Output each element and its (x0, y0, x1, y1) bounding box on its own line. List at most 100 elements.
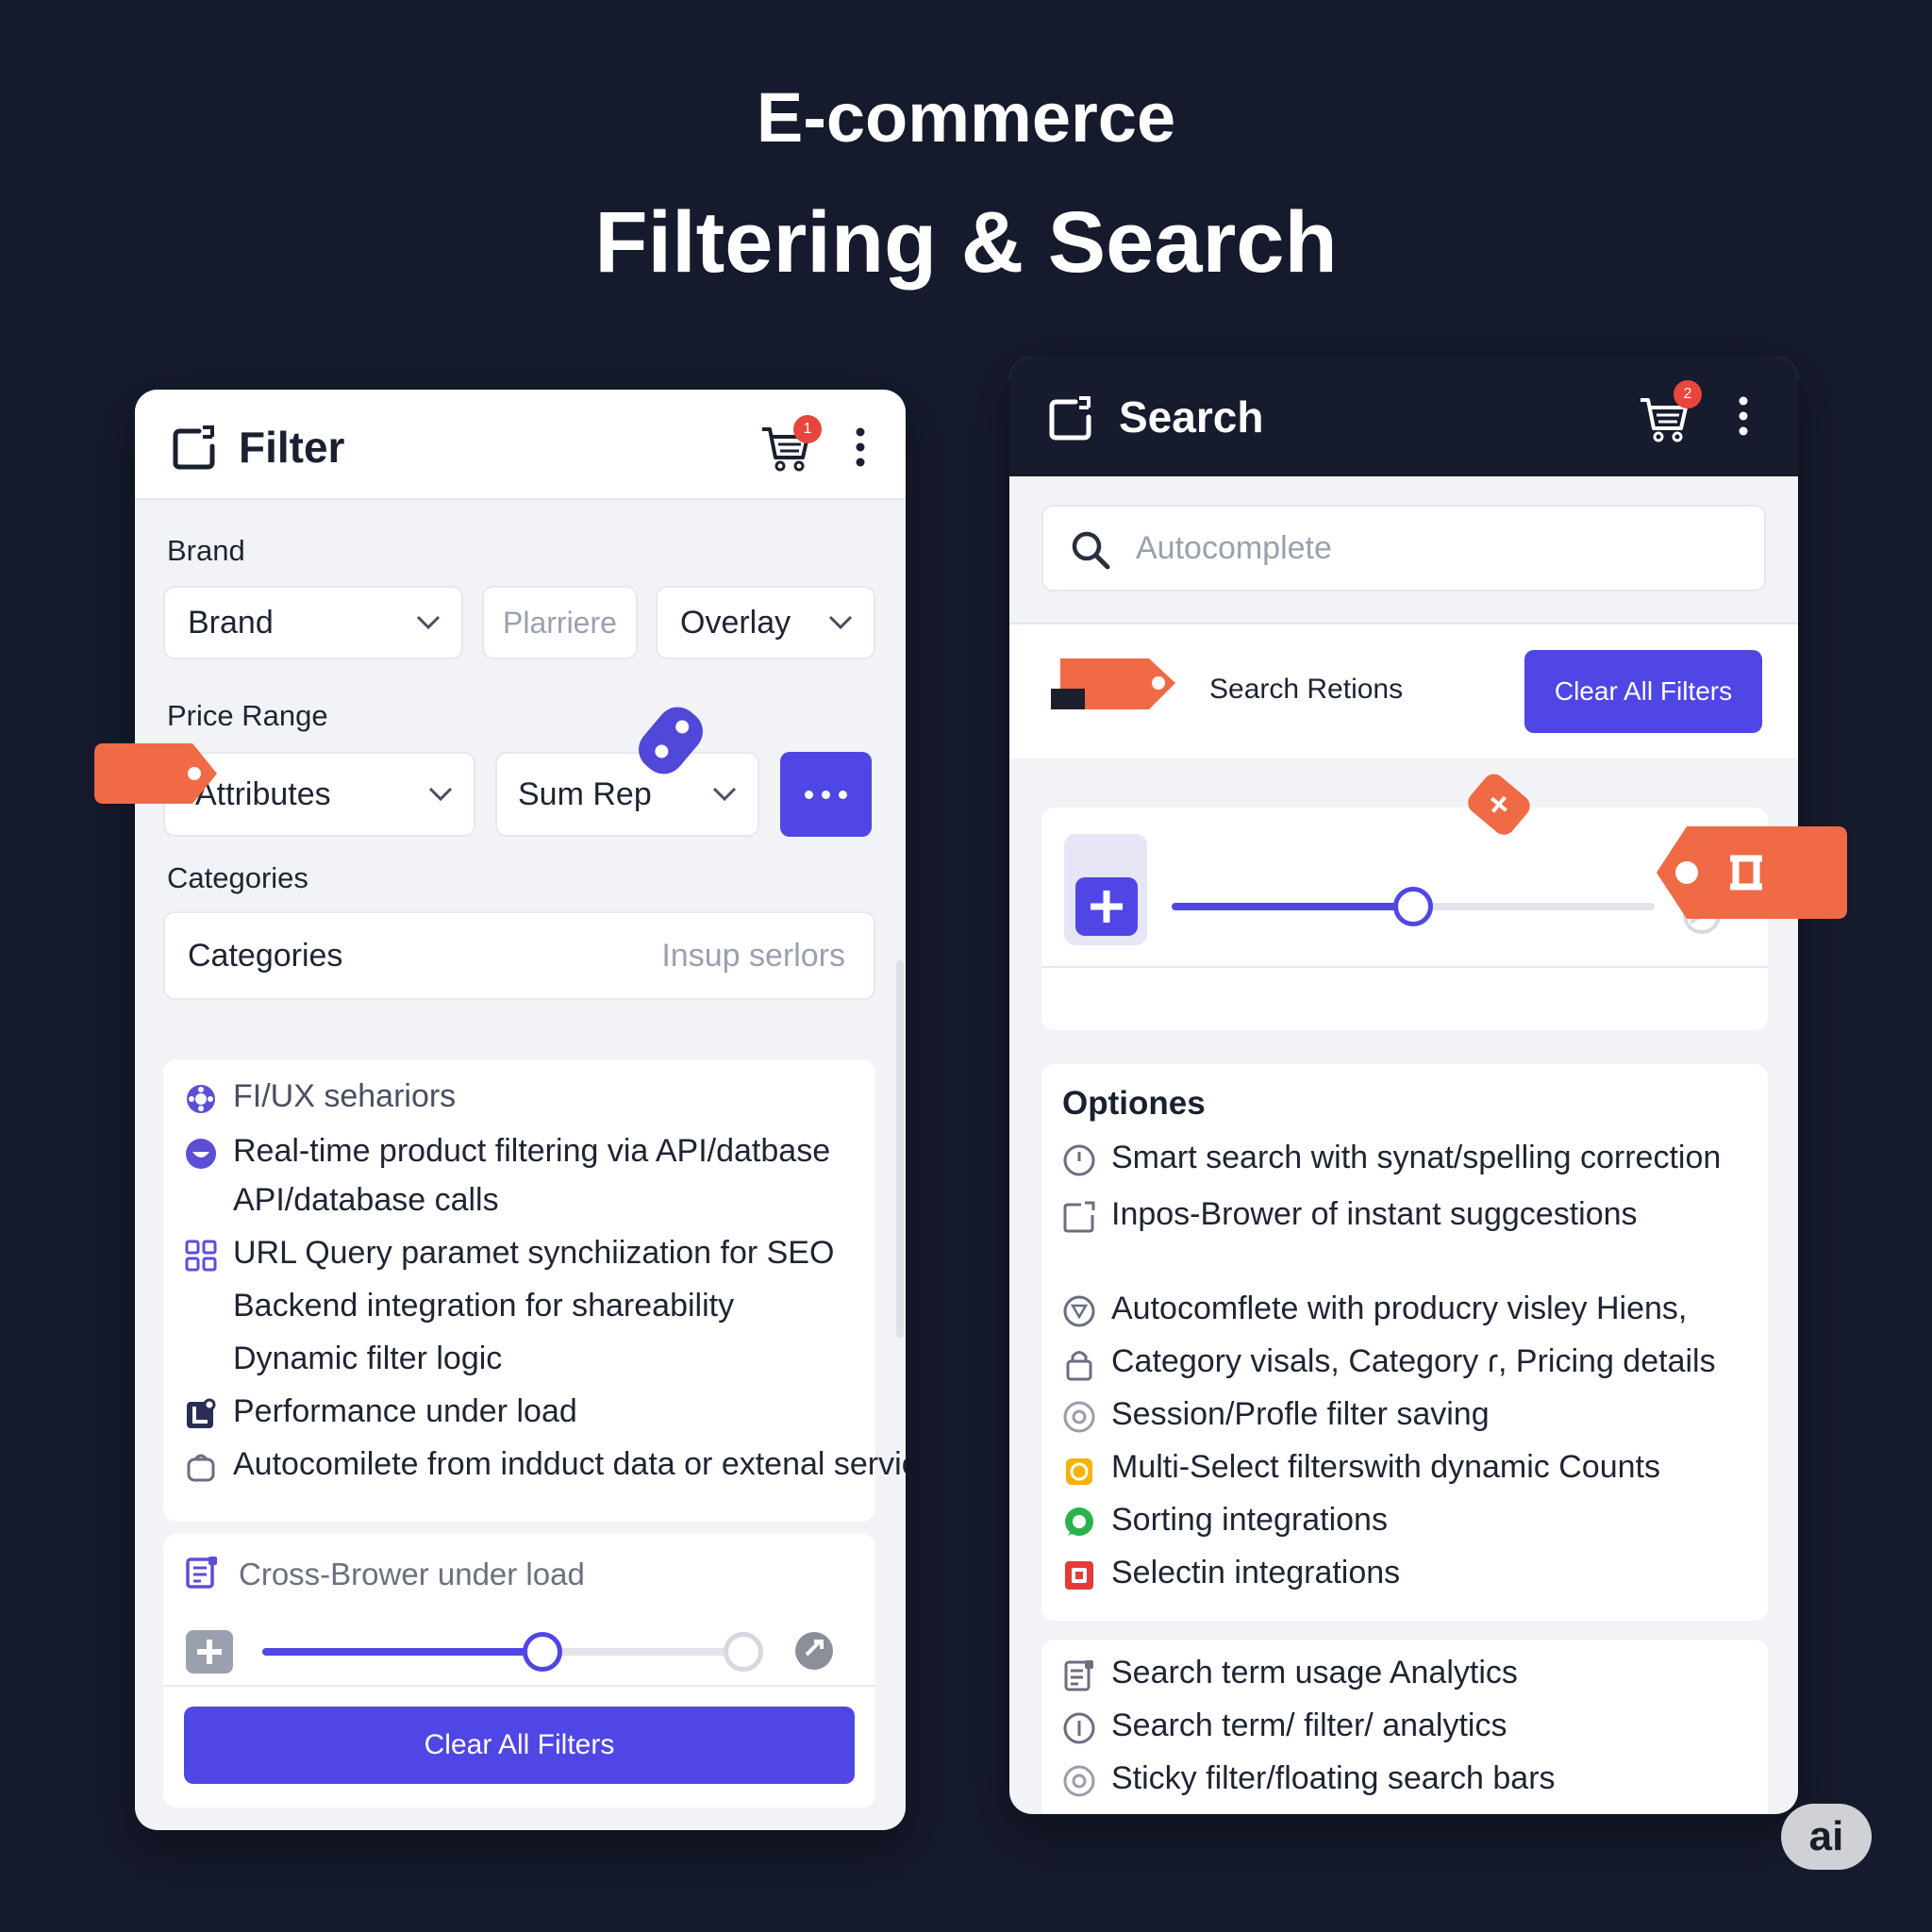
more-vertical-icon[interactable] (856, 427, 865, 467)
option-text: Inpos-Brower of instant suggcestions (1111, 1196, 1638, 1232)
add-icon[interactable] (1075, 877, 1138, 936)
smile-icon (186, 1139, 216, 1169)
filter-panel-header: Filter 1 (135, 390, 906, 500)
more-options-button[interactable] (780, 752, 872, 837)
price-tag-icon (94, 743, 217, 804)
window-icon (1049, 396, 1091, 441)
sum-rep-select[interactable]: Sum Rep (495, 752, 759, 837)
slider-fill (262, 1648, 542, 1656)
brand-label: Brand (167, 534, 245, 567)
feature-text: Dynamic filter logic (233, 1341, 503, 1376)
window-icon (173, 425, 215, 470)
tag-icon (639, 707, 703, 774)
feature-text: API/database calls (233, 1182, 499, 1218)
analytics-card: Search term usage Analytics Search term/… (1041, 1640, 1768, 1814)
info-icon (1063, 1712, 1095, 1744)
headline-ecommerce: E-commerce (756, 78, 1176, 157)
price-range-label: Price Range (167, 699, 328, 732)
ai-badge: ai (1781, 1804, 1872, 1870)
add-icon[interactable] (186, 1630, 233, 1674)
option-text: Category visals, Category ɾ, Pricing det… (1111, 1343, 1716, 1379)
option-text: Smart search with synat/spelling correct… (1111, 1140, 1722, 1175)
brand-input-placeholder: Plarriere (503, 605, 617, 640)
cross-browser-title: Cross-Brower under load (239, 1557, 585, 1591)
search-panel-header: Search 2 (1009, 357, 1798, 476)
option-text: Selectin integrations (1111, 1555, 1401, 1591)
calendar-icon (1065, 1561, 1093, 1590)
dot (822, 790, 830, 799)
feature-text: Performance under load (233, 1393, 577, 1429)
price-tag-icon (1657, 826, 1847, 919)
feature-text: Real-time product filtering via API/datb… (233, 1133, 831, 1169)
feature-text: Autocomilete from indduct data or extena… (233, 1446, 906, 1482)
feature-text: Backend integration for shareability (233, 1288, 735, 1324)
options-title: Optiones (1062, 1085, 1206, 1122)
chart-icon (187, 1398, 216, 1428)
more-vertical-icon[interactable] (1739, 396, 1748, 436)
search-retions-label: Search Retions (1209, 674, 1404, 705)
brand-select-value: Brand (188, 604, 274, 641)
chevron-down-icon (428, 787, 453, 802)
chevron-down-icon (828, 615, 853, 630)
divider (163, 1685, 875, 1687)
analytics-text: Search term usage Analytics (1111, 1655, 1518, 1690)
brand-input[interactable]: Plarriere (482, 586, 638, 659)
feature-text: FI/UX sehariors (233, 1078, 457, 1114)
slider-knob[interactable] (1393, 887, 1433, 926)
chevron-down-icon (416, 615, 441, 630)
headline-filtering-search: Filtering & Search (594, 194, 1338, 291)
overlay-select-value: Overlay (680, 604, 791, 641)
slider-end-knob[interactable] (724, 1632, 763, 1672)
brand-select[interactable]: Brand (163, 586, 463, 659)
flower-icon (187, 1085, 215, 1113)
sum-rep-select-value: Sum Rep (518, 775, 652, 812)
cart-count-badge: 2 (1674, 380, 1702, 408)
overlay-select[interactable]: Overlay (656, 586, 875, 659)
search-icon (1072, 531, 1110, 570)
settings-icon (1063, 1401, 1095, 1433)
option-text: Sorting integrations (1111, 1502, 1388, 1538)
scrollbar[interactable] (896, 960, 904, 1338)
settings-icon (1063, 1765, 1095, 1797)
divider (1041, 966, 1768, 968)
grid-icon (185, 1240, 217, 1272)
option-text: Autocomflete with producry visley Hiens, (1111, 1291, 1688, 1326)
add-button-wrap (1064, 834, 1147, 945)
lock-icon (1066, 1351, 1092, 1381)
report-icon (1064, 1660, 1093, 1691)
filter-title: Filter (239, 423, 345, 472)
feature-text: URL Query paramet synchiization for SEO (233, 1235, 835, 1271)
search-placeholder: Autocomplete (1136, 529, 1332, 566)
swap-icon[interactable] (793, 1630, 835, 1672)
document-icon (186, 1557, 217, 1589)
price-tag-icon (1468, 774, 1530, 835)
cart-count-badge: 1 (793, 415, 822, 443)
features-card: FI/UX sehariors Real-time product filter… (163, 1059, 906, 1522)
chevron-down-icon (712, 787, 737, 802)
categories-field[interactable]: Categories Insup serlors (163, 911, 875, 1000)
search-title: Search (1119, 392, 1264, 441)
compass-icon (1063, 1295, 1095, 1327)
categories-label: Categories (167, 861, 308, 894)
window-icon (1063, 1201, 1095, 1233)
alarm-icon (1066, 1458, 1092, 1485)
dot (805, 790, 813, 799)
filter-panel: Filter 1 Brand Brand Plarriere Overlay P… (135, 390, 906, 1830)
search-panel: Search 2 Autocomplete Search Retions Cle… (1009, 357, 1798, 1814)
categories-field-value: Categories (188, 937, 343, 974)
clear-all-filters-button[interactable]: Clear All Filters (184, 1707, 855, 1784)
analytics-text: Search term/ filter/ analytics (1111, 1707, 1507, 1743)
clear-all-filters-button[interactable]: Clear All Filters (1524, 650, 1762, 733)
search-input[interactable]: Autocomplete (1041, 505, 1766, 591)
slider-knob[interactable] (523, 1632, 562, 1672)
analytics-text: Sticky filter/floating search bars (1111, 1760, 1556, 1796)
cross-browser-card: Cross-Brower under load Clear All Filter… (163, 1534, 875, 1807)
clock-icon (1063, 1144, 1095, 1176)
option-text: Session/Profle filter saving (1111, 1396, 1490, 1432)
categories-placeholder: Insup serlors (661, 937, 845, 974)
price-tag-icon (1051, 658, 1175, 709)
slider-fill (1172, 903, 1413, 910)
chat-icon (1065, 1507, 1093, 1536)
bag-icon (187, 1454, 215, 1482)
dot (839, 790, 847, 799)
